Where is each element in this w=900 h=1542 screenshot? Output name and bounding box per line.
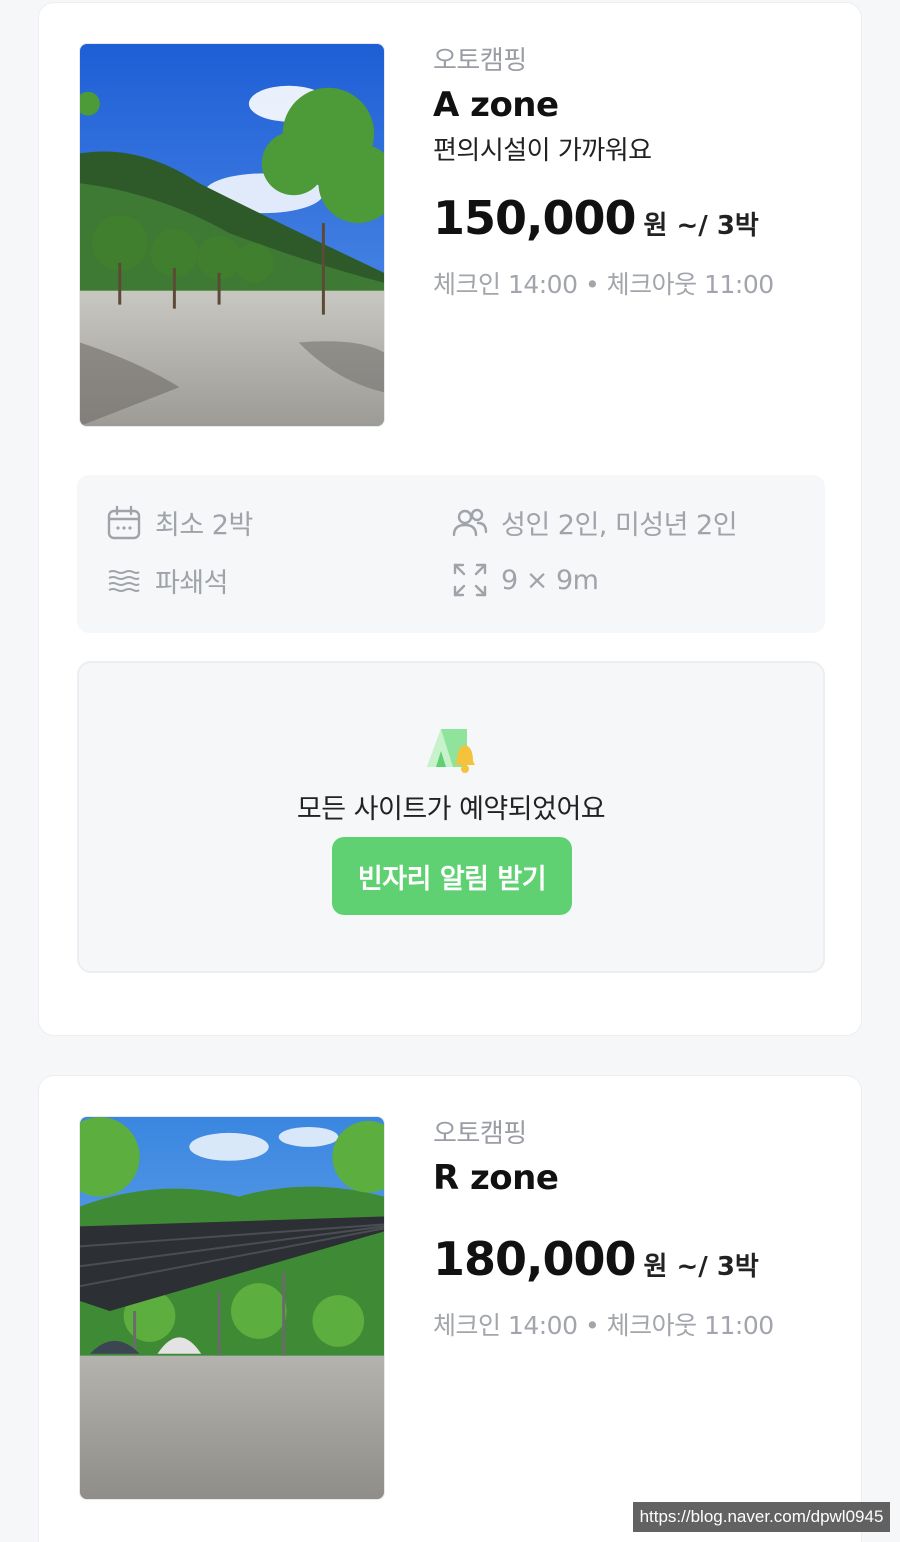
expand-icon [453,563,487,597]
campsite-photo [80,44,384,426]
site-name[interactable]: A zone [433,81,833,129]
feature-capacity: 성인 2인, 미성년 2인 [451,503,738,542]
site-name[interactable]: R zone [433,1154,833,1202]
feature-site-size: 9 × 9m [451,561,599,599]
site-card-a-zone[interactable]: 오토캠핑 A zone 편의시설이 가까워요 150,000 원 ~/ 3박 체… [38,2,862,1036]
site-description: 편의시설이 가까워요 [433,136,652,166]
checkin-checkout-times: 체크인 14:00 • 체크아웃 11:00 [433,1311,774,1340]
feature-floor-type-label: 파쇄석 [155,568,229,599]
people-icon [452,508,488,536]
calendar-icon [107,505,141,539]
price-unit: 원 ~/ 3박 [643,211,759,241]
feature-site-size-label: 9 × 9m [501,564,599,596]
campsite-shelter-photo [80,1117,384,1499]
site-category: 오토캠핑 [433,46,527,76]
vacancy-alert-button[interactable]: 빈자리 알림 받기 [332,837,572,915]
feature-floor-type: 파쇄석 [105,561,229,600]
tent-bell-icon [427,729,475,773]
price-row: 150,000 원 ~/ 3박 [433,191,833,245]
site-price: 150,000 [433,191,637,245]
soldout-panel: 모든 사이트가 예약되었어요 빈자리 알림 받기 [77,661,825,973]
checkin-checkout-times: 체크인 14:00 • 체크아웃 11:00 [433,270,774,299]
price-row: 180,000 원 ~/ 3박 [433,1232,833,1286]
feature-capacity-label: 성인 2인, 미성년 2인 [501,510,738,541]
site-photo-a-zone[interactable] [79,43,385,427]
price-unit: 원 ~/ 3박 [643,1252,759,1282]
site-photo-r-zone[interactable] [79,1116,385,1500]
feature-min-nights: 최소 2박 [105,503,253,542]
gravel-icon [108,569,140,592]
site-price: 180,000 [433,1232,637,1286]
feature-min-nights-label: 최소 2박 [155,510,253,541]
blog-watermark: https://blog.naver.com/dpwl0945 [633,1502,890,1532]
site-info: 오토캠핑 A zone 편의시설이 가까워요 150,000 원 ~/ 3박 체… [433,43,833,301]
site-card-r-zone[interactable]: 오토캠핑 R zone 180,000 원 ~/ 3박 체크인 14:00 • … [38,1075,862,1542]
site-category: 오토캠핑 [433,1119,527,1149]
site-info: 오토캠핑 R zone 180,000 원 ~/ 3박 체크인 14:00 • … [433,1116,833,1342]
site-features-panel: 최소 2박 성인 2인, 미성년 2인 파쇄석 9 × 9m [77,475,825,633]
soldout-message: 모든 사이트가 예약되었어요 [296,794,606,825]
